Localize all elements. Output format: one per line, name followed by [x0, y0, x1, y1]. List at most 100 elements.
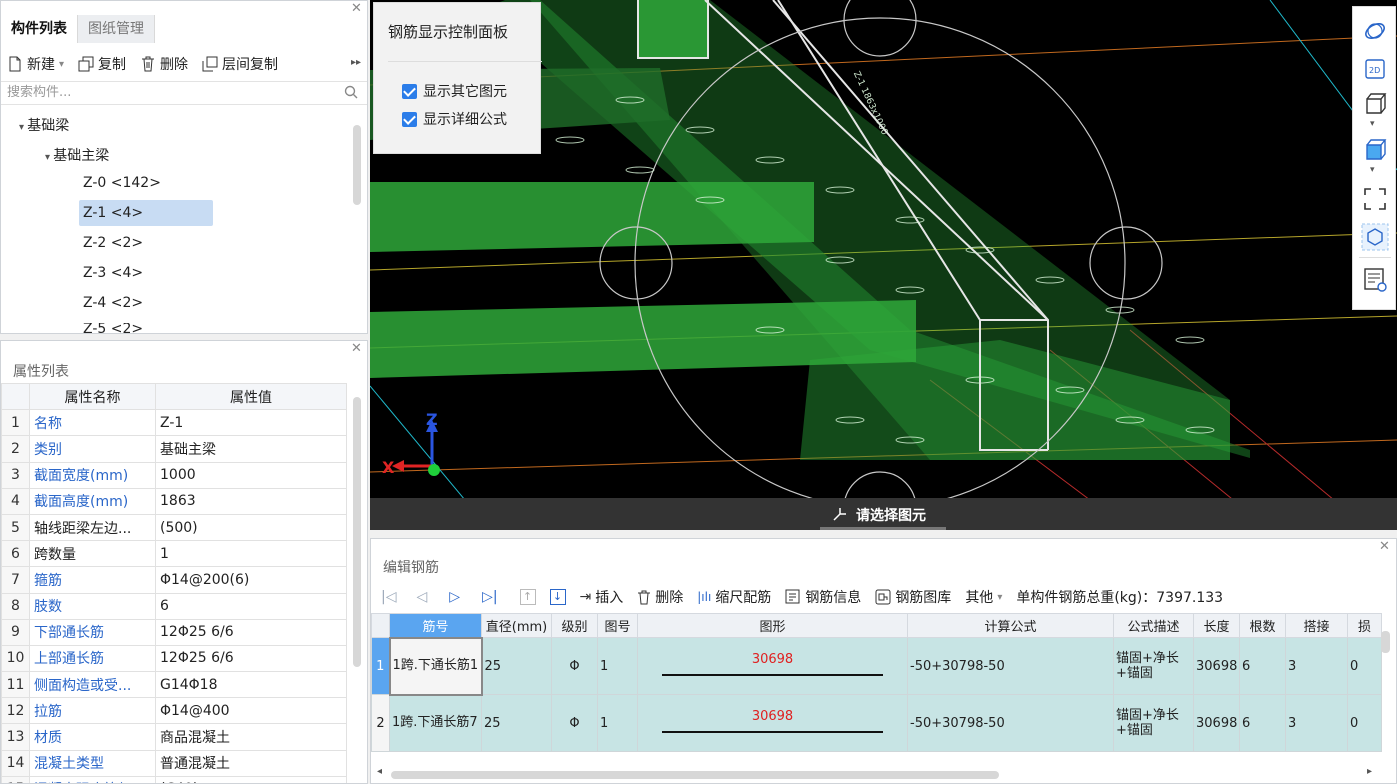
property-value[interactable]: Φ14@400	[155, 697, 347, 725]
rebar-name-cell[interactable]: 1跨.下通长筋7	[389, 694, 482, 752]
tree-item-selected[interactable]: Z-1 <4>	[83, 205, 143, 221]
orbit-icon[interactable]	[1363, 19, 1387, 43]
property-row[interactable]: 10 上部通长筋 12Φ25 6/6	[1, 644, 347, 673]
delete-rebar-button[interactable]: 删除	[637, 587, 683, 607]
tree-node-main-beam[interactable]: ▾ 基础主梁	[45, 145, 109, 165]
close-icon[interactable]: ✕	[351, 342, 362, 355]
more-icon[interactable]: ▸▸	[351, 57, 361, 68]
property-row[interactable]: 3 截面宽度(mm) 1000	[1, 461, 347, 489]
property-value[interactable]: 1000	[155, 461, 347, 489]
checkbox-checked-icon[interactable]	[402, 111, 417, 127]
figure-number-cell[interactable]: 1	[597, 637, 638, 695]
tree-node-foundation-beam[interactable]: ▾ 基础梁	[19, 115, 69, 135]
length-cell[interactable]: 30698	[1193, 637, 1240, 695]
figure-number-cell[interactable]: 1	[597, 694, 638, 752]
property-row[interactable]: 8 肢数 6	[1, 592, 347, 620]
diameter-cell[interactable]: 25	[481, 637, 552, 695]
scroll-right-icon[interactable]: ▸	[1367, 766, 1372, 777]
properties-view-icon[interactable]	[1363, 267, 1387, 293]
fullscreen-icon[interactable]	[1363, 187, 1387, 211]
loss-cell[interactable]: 0	[1347, 637, 1382, 695]
property-value[interactable]: G14Φ18	[155, 671, 347, 699]
rebar-name-cell[interactable]: 1跨.下通长筋1	[388, 636, 483, 696]
panel-resize-handle[interactable]	[820, 527, 946, 530]
formula-desc-cell[interactable]: 锚固+净长+锚固	[1113, 694, 1194, 752]
floor-copy-button[interactable]: 层间复制	[202, 54, 278, 74]
row-number[interactable]: 1	[371, 637, 390, 695]
show-detail-formula-checkbox[interactable]: 显示详细公式	[402, 109, 507, 129]
property-row[interactable]: 1 名称 Z-1	[1, 409, 347, 437]
checkbox-checked-icon[interactable]	[402, 83, 417, 99]
table-row[interactable]: 2 1跨.下通长筋7 25 Φ 1 30698 -50+30798-50 锚固+净长+锚固 30…	[371, 694, 1382, 752]
new-button[interactable]: 新建 ▾	[7, 54, 64, 74]
property-row[interactable]: 13 材质 商品混凝土	[1, 723, 347, 751]
property-value[interactable]: 12Φ25 6/6	[155, 618, 347, 646]
tree-item[interactable]: Z-3 <4>	[83, 265, 143, 281]
expand-arrow-icon[interactable]: ▾	[19, 122, 27, 133]
diameter-cell[interactable]: 25	[481, 694, 552, 752]
prev-record-icon[interactable]: ◁	[416, 589, 427, 605]
tab-drawing-management[interactable]: 图纸管理	[78, 15, 155, 43]
property-value[interactable]: 1863	[155, 487, 347, 515]
tree-item[interactable]: Z-0 <142>	[83, 175, 161, 191]
last-record-icon[interactable]: ▷|	[482, 589, 497, 605]
close-icon[interactable]: ✕	[351, 2, 362, 15]
grade-cell[interactable]: Φ	[551, 694, 598, 752]
property-row[interactable]: 4 截面高度(mm) 1863	[1, 487, 347, 515]
tree-item[interactable]: Z-2 <2>	[83, 235, 143, 251]
show-other-elements-checkbox[interactable]: 显示其它图元	[402, 81, 507, 101]
property-value[interactable]: Z-1	[155, 409, 347, 437]
element-focus-icon[interactable]	[1361, 223, 1389, 251]
chevron-down-icon[interactable]: ▾	[1370, 119, 1375, 129]
property-row[interactable]: 6 跨数量 1	[1, 540, 347, 568]
property-row[interactable]: 2 类别 基础主梁	[1, 435, 347, 463]
length-cell[interactable]: 30698	[1193, 694, 1240, 752]
props-scrollbar[interactable]	[353, 397, 361, 667]
property-value[interactable]: (500)	[155, 513, 347, 542]
horizontal-scroll-thumb[interactable]	[391, 771, 999, 779]
horizontal-scrollbar[interactable]: ◂ ▸	[377, 766, 1377, 781]
close-icon[interactable]: ✕	[1379, 540, 1390, 553]
row-number[interactable]: 2	[371, 694, 390, 752]
2d-view-icon[interactable]: 2D	[1363, 57, 1387, 81]
property-value[interactable]: (C40)	[155, 775, 347, 783]
scroll-left-icon[interactable]: ◂	[377, 766, 382, 777]
count-cell[interactable]: 6	[1239, 694, 1286, 752]
search-input[interactable]: 搜索构件...	[1, 81, 367, 105]
property-value[interactable]: Φ14@200(6)	[155, 566, 347, 594]
expand-arrow-icon[interactable]: ▾	[45, 152, 53, 163]
search-icon[interactable]	[344, 85, 358, 103]
lap-cell[interactable]: 3	[1285, 637, 1348, 695]
loss-cell[interactable]: 0	[1347, 694, 1382, 752]
property-row[interactable]: 12 拉筋 Φ14@400	[1, 697, 347, 725]
formula-desc-cell[interactable]: 锚固+净长+锚固	[1113, 637, 1194, 695]
tab-component-list[interactable]: 构件列表	[1, 15, 78, 43]
shape-cell[interactable]: 30698	[637, 694, 908, 752]
chevron-down-icon[interactable]: ▾	[1370, 165, 1375, 175]
move-up-icon[interactable]: ↑	[519, 589, 536, 605]
grid-scrollbar[interactable]	[1381, 631, 1390, 653]
grade-cell[interactable]: Φ	[551, 637, 598, 695]
count-cell[interactable]: 6	[1239, 637, 1286, 695]
table-row[interactable]: 1 1跨.下通长筋1 25 Φ 1 30698 -50+30798-50 锚固+净长+锚固 30…	[371, 636, 1382, 696]
tree-item[interactable]: Z-5 <2>	[83, 323, 143, 333]
shape-cell[interactable]: 30698	[637, 637, 908, 695]
rebar-library-button[interactable]: 钢筋图库	[875, 587, 951, 607]
tree-scrollbar[interactable]	[353, 125, 361, 205]
tree-item[interactable]: Z-4 <2>	[83, 295, 143, 311]
other-menu-button[interactable]: 其他 ▾	[965, 587, 1002, 607]
insert-button[interactable]: ⇥ 插入	[580, 587, 624, 607]
property-row[interactable]: 9 下部通长筋 12Φ25 6/6	[1, 618, 347, 646]
property-value[interactable]: 基础主梁	[155, 435, 347, 463]
copy-button[interactable]: 复制	[78, 54, 126, 74]
scale-rebar-button[interactable]: |ılı 缩尺配筋	[697, 587, 771, 607]
property-value[interactable]: 6	[155, 592, 347, 620]
formula-cell[interactable]: -50+30798-50	[907, 694, 1114, 752]
property-value[interactable]: 商品混凝土	[155, 723, 347, 751]
solid-cube-icon[interactable]	[1363, 137, 1387, 163]
property-row[interactable]: 14 混凝土类型 普通混凝土	[1, 749, 347, 777]
property-value[interactable]: 12Φ25 6/6	[155, 644, 347, 673]
rebar-info-button[interactable]: 钢筋信息	[785, 587, 861, 607]
next-record-icon[interactable]: ▷	[449, 589, 460, 605]
property-value[interactable]: 1	[155, 540, 347, 568]
